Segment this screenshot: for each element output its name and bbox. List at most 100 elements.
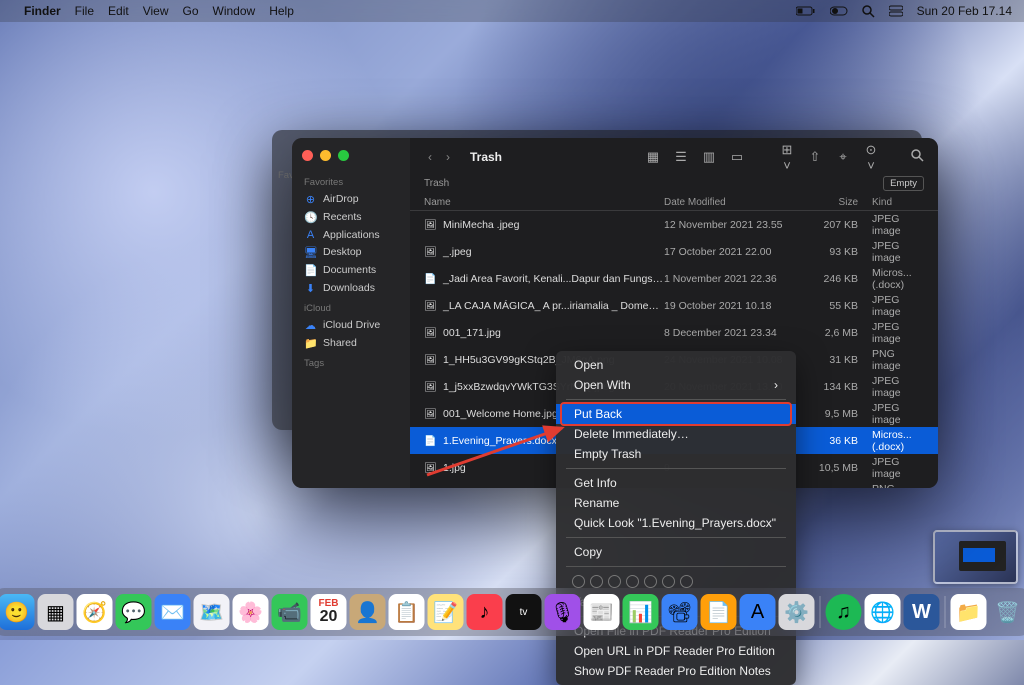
- window-maximize[interactable]: [338, 150, 349, 161]
- dock-messages[interactable]: 💬: [116, 594, 152, 630]
- table-row[interactable]: 🖼_.jpeg17 October 2021 22.0093 KBJPEG im…: [410, 238, 938, 265]
- window-close[interactable]: [302, 150, 313, 161]
- file-icon: 🖼: [424, 328, 437, 339]
- menubar: Finder File Edit View Go Window Help Sun…: [0, 0, 1024, 22]
- toolbar: ‹› Trash ▦ ☰ ▥ ▭ ⊞ ˅ ⇧ ⌖ ⊙ ˅: [410, 138, 938, 176]
- window-minimize[interactable]: [320, 150, 331, 161]
- ctx-delete[interactable]: Delete Immediately…: [556, 424, 796, 444]
- dock: 🙂 ▦ 🧭 💬 ✉️ 🗺️ 🌸 📹 FEB20 👤 📋 📝 ♪ tv 🎙 📰 📊…: [0, 588, 1024, 636]
- dock-settings[interactable]: ⚙️: [779, 594, 815, 630]
- sidebar-item[interactable]: ⊕AirDrop: [292, 190, 410, 208]
- sidebar-item[interactable]: ⬇Downloads: [292, 279, 410, 297]
- control-center-icon[interactable]: [889, 5, 903, 17]
- col-name[interactable]: Name: [424, 197, 664, 208]
- ctx-copy[interactable]: Copy: [556, 542, 796, 562]
- dock-safari[interactable]: 🧭: [77, 594, 113, 630]
- sidebar-item[interactable]: 📁Shared: [292, 334, 410, 352]
- dock-spotify[interactable]: ♫: [826, 594, 862, 630]
- col-kind[interactable]: Kind: [858, 197, 924, 208]
- file-icon: 🖼: [424, 301, 437, 312]
- menu-view[interactable]: View: [143, 4, 169, 18]
- dock-word[interactable]: W: [904, 594, 940, 630]
- dock-chrome[interactable]: 🌐: [865, 594, 901, 630]
- tag-icon[interactable]: ⌖: [834, 149, 852, 165]
- path-bar[interactable]: Trash: [424, 178, 449, 189]
- table-row[interactable]: 🖼001_171.jpg8 December 2021 23.342,6 MBJ…: [410, 319, 938, 346]
- empty-trash-button[interactable]: Empty: [883, 176, 924, 191]
- dock-downloads[interactable]: 📁: [951, 594, 987, 630]
- battery-icon[interactable]: [796, 6, 816, 16]
- dock-maps[interactable]: 🗺️: [194, 594, 230, 630]
- view-list[interactable]: ☰: [672, 149, 690, 165]
- sidebar-icon: 🕓: [304, 211, 317, 224]
- action-icon[interactable]: ⊙ ˅: [862, 142, 880, 173]
- search-icon[interactable]: [908, 149, 926, 165]
- view-icons[interactable]: ▦: [644, 149, 662, 165]
- sidebar-icon: 📁: [304, 337, 317, 350]
- sidebar-item[interactable]: ☁iCloud Drive: [292, 316, 410, 334]
- chevron-right-icon: ›: [774, 378, 778, 392]
- sidebar-item[interactable]: 🖥Desktop: [292, 243, 410, 261]
- ctx-rename[interactable]: Rename: [556, 493, 796, 513]
- dock-podcasts[interactable]: 🎙: [545, 594, 581, 630]
- spotlight-icon[interactable]: [862, 5, 875, 18]
- table-row[interactable]: 🖼_LA CAJA MÁGICA_ A pr...iriamalia _ Dom…: [410, 292, 938, 319]
- table-row[interactable]: 🖼MiniMecha .jpeg12 November 2021 23.5520…: [410, 211, 938, 238]
- menu-window[interactable]: Window: [213, 4, 256, 18]
- dock-appstore[interactable]: A: [740, 594, 776, 630]
- dock-pages[interactable]: 📄: [701, 594, 737, 630]
- dock-finder[interactable]: 🙂: [0, 594, 35, 630]
- sidebar-label: Downloads: [323, 282, 375, 294]
- sidebar-icon: 📄: [304, 264, 317, 277]
- dock-calendar[interactable]: FEB20: [311, 594, 347, 630]
- menu-file[interactable]: File: [75, 4, 94, 18]
- menu-help[interactable]: Help: [269, 4, 294, 18]
- dock-reminders[interactable]: 📋: [389, 594, 425, 630]
- ctx-open-with[interactable]: Open With›: [556, 375, 796, 395]
- toggle-icon[interactable]: [830, 6, 848, 16]
- table-row[interactable]: 📄_Jadi Area Favorit, Kenali...Dapur dan …: [410, 265, 938, 292]
- sidebar-label: Applications: [323, 229, 380, 241]
- sidebar-label: Desktop: [323, 246, 362, 258]
- ctx-open[interactable]: Open: [556, 355, 796, 375]
- file-icon: 🖼: [424, 409, 437, 420]
- sidebar-item[interactable]: 🕓 Recents: [292, 208, 410, 226]
- sidebar-head-tags: Tags: [292, 352, 410, 371]
- sidebar-item[interactable]: 📄 Documents: [292, 261, 410, 279]
- column-headers[interactable]: Name Date Modified Size Kind: [410, 193, 938, 211]
- sidebar-label: Recents: [323, 211, 362, 223]
- menu-go[interactable]: Go: [183, 4, 199, 18]
- dock-photos[interactable]: 🌸: [233, 594, 269, 630]
- nav-forward[interactable]: ›: [440, 150, 456, 164]
- dock-news[interactable]: 📰: [584, 594, 620, 630]
- sidebar-item[interactable]: AApplications: [292, 226, 410, 243]
- sidebar-label: Documents: [323, 264, 376, 276]
- dock-keynote[interactable]: 📽: [662, 594, 698, 630]
- dock-trash[interactable]: 🗑️: [990, 594, 1024, 630]
- menu-edit[interactable]: Edit: [108, 4, 129, 18]
- dock-mail[interactable]: ✉️: [155, 594, 191, 630]
- dock-tv[interactable]: tv: [506, 594, 542, 630]
- menubar-datetime[interactable]: Sun 20 Feb 17.14: [917, 4, 1012, 18]
- app-name[interactable]: Finder: [24, 4, 61, 18]
- dock-music[interactable]: ♪: [467, 594, 503, 630]
- view-columns[interactable]: ▥: [700, 149, 718, 165]
- dock-notes[interactable]: 📝: [428, 594, 464, 630]
- share-icon[interactable]: ⇧: [806, 149, 824, 165]
- ctx-empty[interactable]: Empty Trash: [556, 444, 796, 464]
- ctx-pdf-open-url[interactable]: Open URL in PDF Reader Pro Edition: [556, 641, 796, 661]
- col-date[interactable]: Date Modified: [664, 197, 802, 208]
- nav-back[interactable]: ‹: [422, 150, 438, 164]
- dock-facetime[interactable]: 📹: [272, 594, 308, 630]
- col-size[interactable]: Size: [802, 197, 858, 208]
- dock-launchpad[interactable]: ▦: [38, 594, 74, 630]
- view-gallery[interactable]: ▭: [728, 149, 746, 165]
- dock-contacts[interactable]: 👤: [350, 594, 386, 630]
- dock-numbers[interactable]: 📊: [623, 594, 659, 630]
- ctx-pdf-notes[interactable]: Show PDF Reader Pro Edition Notes: [556, 661, 796, 681]
- ctx-quicklook[interactable]: Quick Look "1.Evening_Prayers.docx": [556, 513, 796, 533]
- screenshot-thumbnail[interactable]: [933, 530, 1018, 584]
- ctx-getinfo[interactable]: Get Info: [556, 473, 796, 493]
- ctx-put-back[interactable]: Put Back: [556, 404, 796, 424]
- group-icon[interactable]: ⊞ ˅: [778, 142, 796, 173]
